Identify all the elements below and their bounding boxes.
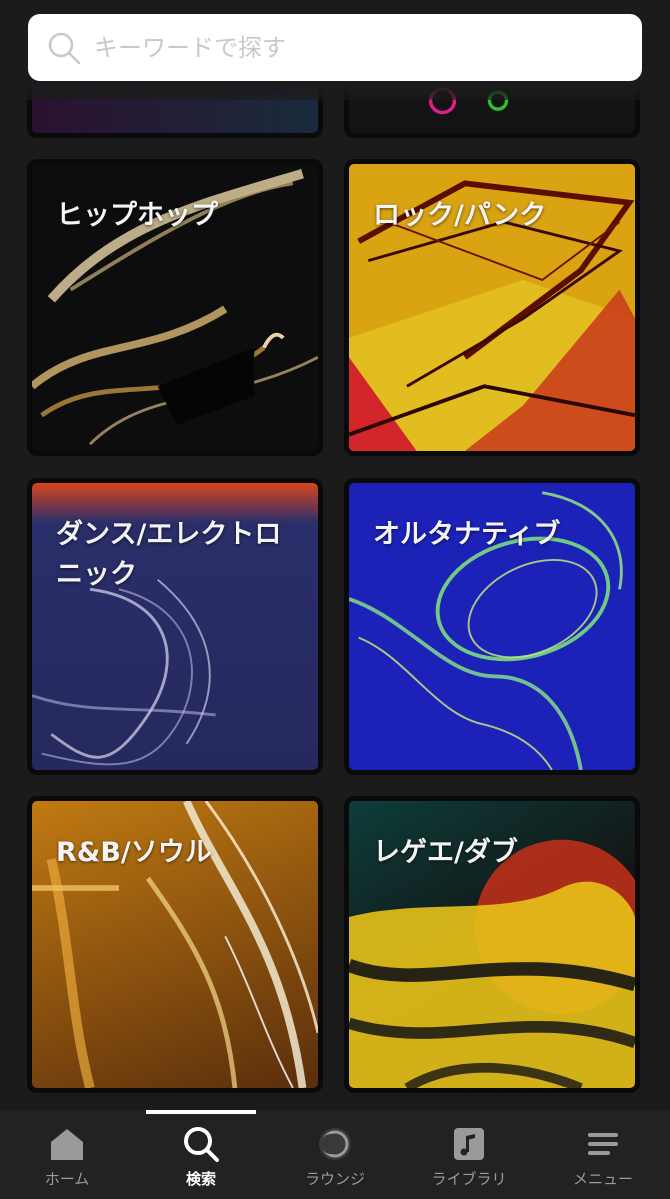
menu-icon bbox=[583, 1124, 623, 1164]
nav-home[interactable]: ホーム bbox=[0, 1110, 134, 1199]
genre-label: ロック/パンク bbox=[373, 200, 547, 231]
genre-tile-reggae-dub[interactable]: レゲエ/ダブ bbox=[344, 796, 640, 1093]
nav-menu[interactable]: メニュー bbox=[536, 1110, 670, 1199]
genre-tile-hiphop[interactable]: ヒップホップ bbox=[27, 159, 323, 456]
search-icon bbox=[181, 1124, 221, 1164]
genre-tile-dance-electronic[interactable]: ダンス/エレクトロニック bbox=[27, 478, 323, 775]
home-icon bbox=[47, 1124, 87, 1164]
genre-label: ヒップホップ bbox=[56, 200, 218, 231]
genre-tile-alternative[interactable]: オルタナティブ bbox=[344, 478, 640, 775]
genre-tile-rnb-soul[interactable]: R&B/ソウル bbox=[27, 796, 323, 1093]
nav-label: メニュー bbox=[572, 1170, 633, 1188]
search-header bbox=[0, 0, 670, 100]
search-input[interactable] bbox=[94, 33, 614, 62]
lounge-icon bbox=[315, 1124, 355, 1164]
nav-label: 検索 bbox=[185, 1170, 216, 1188]
genre-grid: ヒップホップ ロック/パンク ダンス/エレクトロニック オルタナティブ R&B/… bbox=[0, 0, 670, 1110]
active-indicator bbox=[146, 1110, 256, 1114]
genre-label: オルタナティブ bbox=[373, 519, 561, 550]
bottom-nav: ホーム 検索 ラウンジ ライブラリ メニュー bbox=[0, 1110, 670, 1199]
genre-label: R&B/ソウル bbox=[56, 837, 212, 868]
library-icon bbox=[449, 1124, 489, 1164]
nav-lounge[interactable]: ラウンジ bbox=[268, 1110, 402, 1199]
search-bar[interactable] bbox=[28, 14, 642, 81]
nav-label: ホーム bbox=[44, 1170, 90, 1188]
nav-search[interactable]: 検索 bbox=[134, 1110, 268, 1199]
nav-library[interactable]: ライブラリ bbox=[402, 1110, 536, 1199]
nav-label: ライブラリ bbox=[431, 1170, 507, 1188]
genre-label: レゲエ/ダブ bbox=[373, 837, 518, 868]
search-icon bbox=[46, 30, 82, 66]
genre-label: ダンス/エレクトロニック bbox=[56, 519, 282, 590]
genre-tile-rock-punk[interactable]: ロック/パンク bbox=[344, 159, 640, 456]
nav-label: ラウンジ bbox=[304, 1170, 365, 1188]
